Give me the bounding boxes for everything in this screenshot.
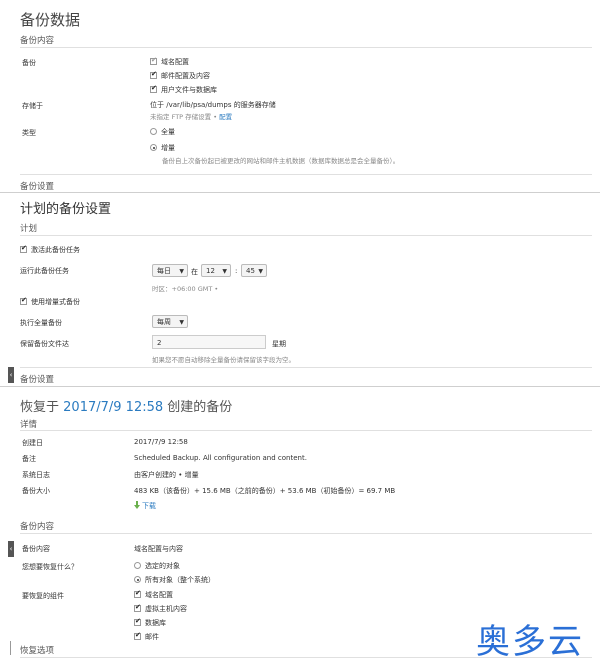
checkbox-icon[interactable] xyxy=(134,589,141,598)
size-label: 备份大小 xyxy=(22,487,50,495)
radio-icon[interactable] xyxy=(150,128,157,135)
divider xyxy=(20,235,592,236)
chevron-down-icon: ▼ xyxy=(179,268,184,275)
activate-task-checkbox[interactable]: 激活此备份任务 xyxy=(20,244,80,255)
restore-content-section: 备份内容 xyxy=(20,522,55,532)
checkbox-icon[interactable] xyxy=(150,84,157,93)
checkbox-icon[interactable] xyxy=(134,631,141,640)
store-label: 存储于 xyxy=(22,102,43,110)
type-full-radio[interactable]: 全量 xyxy=(150,127,175,137)
chevron-down-icon: ▼ xyxy=(222,268,227,275)
component-database[interactable]: 数据库 xyxy=(134,617,166,628)
restore-date-link[interactable]: 2017/7/9 12:58 xyxy=(63,400,163,415)
checkbox-icon[interactable] xyxy=(20,296,27,305)
full-backup-label: 执行全量备份 xyxy=(20,319,62,327)
created-label: 创建日 xyxy=(22,439,43,447)
panel-separator xyxy=(0,386,600,387)
keep-hint: 如果您不愿自动移除全量备份请保留该字段为空。 xyxy=(152,356,295,364)
run-task-label: 运行此备份任务 xyxy=(20,267,69,275)
note-value: Scheduled Backup. All configuration and … xyxy=(134,454,307,462)
content-value: 域名配置与内容 xyxy=(134,545,183,553)
component-vhost[interactable]: 虚拟主机内容 xyxy=(134,603,187,614)
divider xyxy=(20,174,592,175)
panel-separator xyxy=(0,192,600,193)
store-value: 位于 /var/lib/psa/dumps 的服务器存储 xyxy=(150,101,276,109)
at-label: 在 xyxy=(191,268,198,276)
created-value: 2017/7/9 12:58 xyxy=(134,438,188,446)
divider xyxy=(20,533,592,534)
restore-all-radio[interactable]: 所有对象（整个系统） xyxy=(134,575,215,585)
radio-icon[interactable] xyxy=(134,562,141,569)
log-label: 系统日志 xyxy=(22,471,50,479)
radio-icon[interactable] xyxy=(134,576,141,583)
hour-select[interactable]: 12 ▼ xyxy=(201,264,231,277)
full-backup-select[interactable]: 每周 ▼ xyxy=(152,315,188,328)
schedule-section: 计划 xyxy=(20,224,38,234)
restore-what-label: 您想要恢复什么？ xyxy=(22,563,78,571)
divider xyxy=(20,47,592,48)
component-mail[interactable]: 邮件 xyxy=(134,631,159,642)
timezone-link[interactable]: 时区：+06:00 GMT • xyxy=(152,283,218,293)
type-incremental-radio[interactable]: 增量 xyxy=(150,143,175,153)
chevron-down-icon: ▼ xyxy=(258,268,263,275)
checkbox-icon[interactable] xyxy=(150,70,157,79)
backup-settings-footer-1: 备份设置 xyxy=(20,182,55,192)
restore-selected-radio[interactable]: 选定的对象 xyxy=(134,561,180,571)
ftp-note: 未指定 FTP 存储设置 • 配置 xyxy=(150,113,233,121)
restore-options-section: 恢复选项 xyxy=(20,646,55,656)
size-value: 483 KB（该备份）+ 15.6 MB（之前的备份）+ 53.6 MB（初始备… xyxy=(134,487,396,495)
log-value: 由客户创建的 • 增量 xyxy=(134,471,199,479)
download-link[interactable]: 下载 xyxy=(134,501,156,511)
use-incremental-checkbox[interactable]: 使用增量式备份 xyxy=(20,296,80,307)
backup-settings-footer-2: 备份设置 xyxy=(20,375,55,385)
content-label: 备份内容 xyxy=(22,545,50,553)
keep-backup-input[interactable]: 2 xyxy=(152,335,266,349)
divider xyxy=(20,430,592,431)
opt-domain-config[interactable]: 域名配置 xyxy=(150,56,189,67)
watermark-logo: 奥多云 xyxy=(476,622,584,662)
opt-mail-config[interactable]: 邮件配置及内容 xyxy=(150,70,210,81)
chevron-down-icon: ▼ xyxy=(179,319,184,326)
components-label: 要恢复的组件 xyxy=(22,592,64,600)
note-label: 备注 xyxy=(22,455,36,463)
frequency-select[interactable]: 每日 ▼ xyxy=(152,264,188,277)
details-section: 详情 xyxy=(20,420,38,430)
divider xyxy=(20,367,592,368)
minute-select[interactable]: 45 ▼ xyxy=(241,264,267,277)
collapse-handle[interactable]: ‹ xyxy=(8,367,14,383)
checkbox-icon[interactable] xyxy=(20,244,27,253)
collapse-handle[interactable]: ‹ xyxy=(8,541,14,557)
checkbox-icon[interactable] xyxy=(150,56,157,65)
checkbox-icon[interactable] xyxy=(134,617,141,626)
section-marker xyxy=(10,641,11,655)
opt-user-files[interactable]: 用户文件与数据库 xyxy=(150,84,217,95)
incremental-hint: 备份自上次备份起已被更改的网站和邮件主机数据（数据库数据总是会全量备份）。 xyxy=(162,157,400,165)
download-icon xyxy=(134,501,140,509)
configure-link[interactable]: 配置 xyxy=(219,113,232,121)
restore-title: 恢复于 2017/7/9 12:58 创建的备份 xyxy=(20,400,233,415)
type-label: 类型 xyxy=(22,129,36,137)
keep-unit: 星期 xyxy=(272,340,286,348)
backup-content-section: 备份内容 xyxy=(20,36,55,46)
backup-label: 备份 xyxy=(22,59,36,67)
time-colon: : xyxy=(235,267,238,275)
scheduled-backup-title: 计划的备份设置 xyxy=(20,202,112,217)
keep-backup-label: 保留备份文件达 xyxy=(20,340,69,348)
component-domain[interactable]: 域名配置 xyxy=(134,589,173,600)
checkbox-icon[interactable] xyxy=(134,603,141,612)
backup-data-title: 备份数据 xyxy=(20,11,81,29)
radio-icon[interactable] xyxy=(150,144,157,151)
